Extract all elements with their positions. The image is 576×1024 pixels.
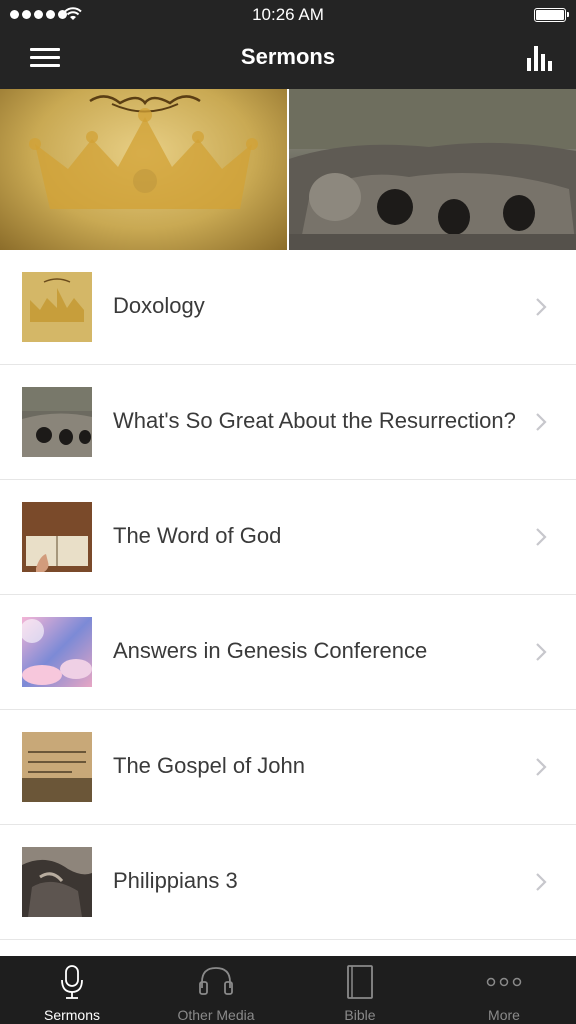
sermon-title: What's So Great About the Resurrection?: [113, 408, 516, 433]
tomb-banner-image: [289, 89, 576, 250]
sky-thumbnail: [22, 617, 92, 687]
status-bar: 10:26 AM: [0, 0, 576, 30]
sermon-title: Philippians 3: [113, 868, 238, 893]
status-time: 10:26 AM: [252, 5, 324, 24]
sermon-row-answers-in-genesis[interactable]: Answers in Genesis Conference: [0, 595, 576, 710]
tab-other-media[interactable]: Other Media: [144, 956, 288, 1024]
crown-thumbnail: [22, 272, 92, 342]
tab-bible[interactable]: Bible: [288, 956, 432, 1024]
sermon-row-philippians-3[interactable]: Philippians 3: [0, 825, 576, 940]
tab-label: Bible: [344, 1007, 376, 1023]
sermon-list: Doxology What's So Great About the Resur…: [0, 250, 576, 956]
tab-label: Other Media: [177, 1007, 255, 1023]
sermon-title: Doxology: [113, 293, 205, 318]
headphones-icon: [199, 967, 233, 995]
sermon-row-gospel-of-john[interactable]: The Gospel of John: [0, 710, 576, 825]
hands-thumbnail: [22, 847, 92, 917]
page-title: Sermons: [240, 44, 336, 69]
tab-sermons[interactable]: Sermons: [0, 956, 144, 1024]
microphone-icon: [61, 965, 83, 999]
sermon-title: The Word of God: [113, 523, 282, 548]
chevron-right-icon: [536, 413, 547, 431]
book-icon: [347, 965, 373, 999]
bible-reading-thumbnail: [22, 502, 92, 572]
scripture-page-thumbnail: [22, 732, 92, 802]
chevron-right-icon: [536, 298, 547, 316]
chevron-right-icon: [536, 873, 547, 891]
featured-banner[interactable]: [0, 89, 576, 250]
chevron-right-icon: [536, 528, 547, 546]
more-icon: [486, 977, 522, 987]
header: 10:26 AM Sermons: [0, 0, 576, 89]
tab-label: Sermons: [43, 1007, 101, 1023]
battery-icon: [534, 8, 569, 22]
crown-banner-image: [0, 89, 287, 250]
tab-bar: Sermons Other Media Bible More: [0, 956, 576, 1024]
sermon-title: The Gospel of John: [113, 753, 306, 778]
stats-icon[interactable]: [526, 44, 554, 72]
tomb-thumbnail: [22, 387, 92, 457]
sermon-title: Answers in Genesis Conference: [113, 638, 428, 663]
sermon-row-resurrection[interactable]: What's So Great About the Resurrection?: [0, 365, 576, 480]
chevron-right-icon: [536, 758, 547, 776]
sermon-row-doxology[interactable]: Doxology: [0, 250, 576, 365]
sermon-row-word-of-god[interactable]: The Word of God: [0, 480, 576, 595]
tab-label: More: [488, 1007, 520, 1023]
chevron-right-icon: [536, 643, 547, 661]
tab-more[interactable]: More: [432, 956, 576, 1024]
